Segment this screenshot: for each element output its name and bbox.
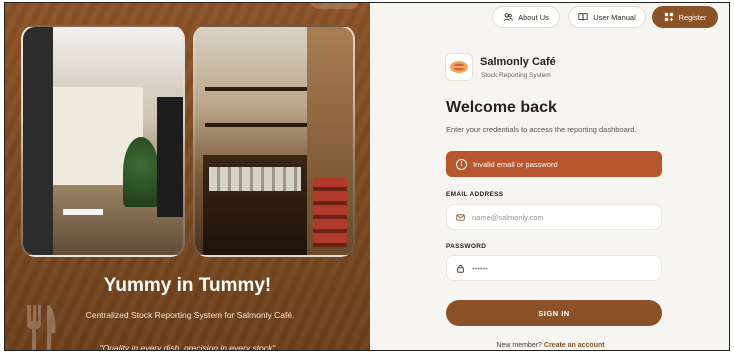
register-label: Register bbox=[678, 12, 707, 22]
error-message: Invalid email or password bbox=[473, 159, 558, 169]
book-icon bbox=[578, 13, 588, 21]
error-alert: ! Invalid email or password bbox=[446, 151, 662, 177]
hero-subline: Centralized Stock Reporting System for S… bbox=[85, 310, 295, 320]
photo-plant bbox=[123, 137, 159, 207]
photo-sign bbox=[157, 97, 183, 217]
photo-jars bbox=[209, 167, 301, 191]
users-icon bbox=[503, 13, 514, 22]
password-input[interactable] bbox=[472, 263, 652, 273]
photo-shelf bbox=[205, 87, 313, 91]
top-badge bbox=[311, 3, 359, 9]
about-us-button[interactable]: About Us bbox=[492, 6, 560, 28]
email-label: EMAIL ADDRESS bbox=[446, 191, 504, 198]
photo-items bbox=[313, 177, 347, 247]
app-frame: Yummy in Tummy! Centralized Stock Report… bbox=[4, 2, 730, 351]
create-account-link[interactable]: Create an account bbox=[544, 342, 605, 349]
sign-in-button[interactable]: SIGN IN bbox=[446, 300, 662, 326]
about-us-label: About Us bbox=[518, 12, 549, 22]
login-panel: About Us User Manual Register Salmonly C… bbox=[370, 3, 729, 350]
photo-table bbox=[63, 209, 103, 215]
hero-quote: "Quality in every dish, precision in eve… bbox=[99, 343, 276, 351]
hero-headline: Yummy in Tummy! bbox=[103, 275, 272, 296]
alert-circle-icon: ! bbox=[456, 158, 467, 170]
photo-door bbox=[23, 27, 53, 255]
register-button[interactable]: Register bbox=[652, 6, 718, 28]
brand-tagline: Stock Reporting System bbox=[481, 72, 551, 79]
mail-icon bbox=[456, 213, 465, 221]
cafe-logo bbox=[445, 53, 473, 81]
signup-prompt-text: New member? bbox=[496, 342, 542, 349]
user-manual-button[interactable]: User Manual bbox=[568, 6, 646, 28]
signup-prompt: New member? Create an account bbox=[370, 342, 729, 349]
lock-icon bbox=[457, 264, 464, 273]
page-title: Welcome back bbox=[446, 99, 557, 116]
brand-name: Salmonly Café bbox=[480, 56, 556, 68]
password-label: PASSWORD bbox=[446, 243, 487, 250]
grid-icon bbox=[664, 12, 673, 22]
photo-shelf bbox=[205, 123, 313, 127]
email-field[interactable] bbox=[446, 204, 662, 230]
login-instructions: Enter your credentials to access the rep… bbox=[446, 125, 637, 134]
photo-ceiling bbox=[53, 27, 183, 87]
cafe-counter-photo bbox=[193, 25, 355, 257]
hero-panel: Yummy in Tummy! Centralized Stock Report… bbox=[5, 3, 370, 351]
cafe-interior-photo bbox=[21, 25, 185, 257]
email-input[interactable] bbox=[472, 212, 652, 222]
logo-emblem bbox=[450, 61, 468, 73]
user-manual-label: User Manual bbox=[593, 12, 636, 22]
password-field[interactable] bbox=[446, 255, 662, 281]
